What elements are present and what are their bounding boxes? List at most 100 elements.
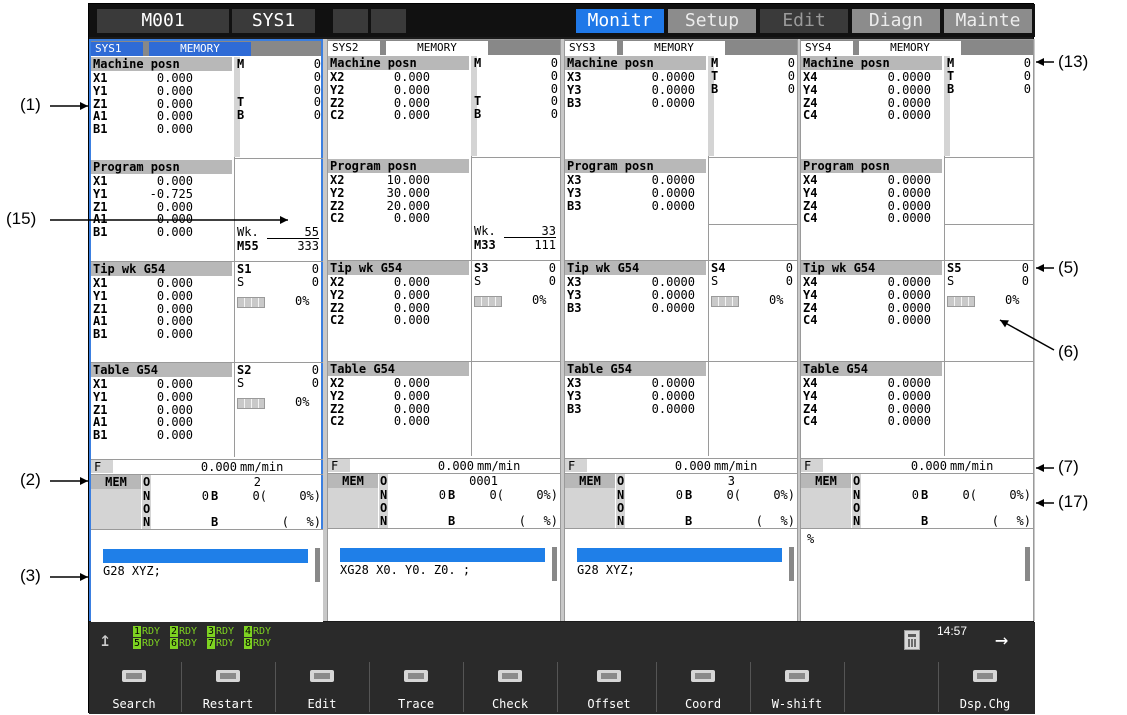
table-position-title: Table G54: [91, 363, 232, 377]
system-tab[interactable]: SYS3: [565, 41, 617, 55]
feed-value: 0.000: [200, 460, 237, 474]
n-label-2: N: [617, 514, 625, 528]
speed-label: S: [711, 274, 719, 288]
ready-number: 7: [207, 638, 215, 649]
o-label: O: [617, 474, 625, 488]
program-display[interactable]: G28 XYZ;: [91, 530, 323, 622]
function-key-separator: [557, 662, 558, 712]
current-block-highlight: [103, 549, 308, 563]
mode-tab[interactable]: MEMORY: [386, 41, 488, 55]
callout-label: (15): [6, 209, 37, 228]
program-scrollbar[interactable]: [1025, 547, 1030, 581]
mode-tab[interactable]: MEMORY: [623, 41, 725, 55]
section-divider: [801, 361, 1033, 362]
search-button[interactable]: Search: [89, 660, 179, 714]
program-scrollbar[interactable]: [552, 547, 557, 581]
program-position-title: Program posn: [801, 159, 942, 173]
system-panel-3[interactable]: SYS3 MEMORY Machine posn X3 0.0000 Y3 0.0000 B3…: [564, 39, 798, 621]
program-position-axis-value: 0.0000: [887, 211, 931, 226]
program-scrollbar[interactable]: [789, 547, 794, 581]
spindle-label: S3: [474, 261, 489, 275]
program-display[interactable]: G28 XYZ;: [565, 529, 797, 621]
mem-fill-2: [801, 501, 851, 528]
system-label: SYS1: [232, 9, 315, 33]
mtb-label: B: [474, 107, 482, 122]
ready-label: RDY: [216, 626, 242, 637]
machine-position-title: Machine posn: [328, 56, 469, 70]
right-arrow-icon[interactable]: →: [995, 630, 1008, 652]
tab-diagnosis[interactable]: Diagn: [852, 9, 940, 33]
function-key-label: W-shift: [771, 697, 823, 711]
m-code-value: 333: [297, 239, 319, 253]
tab-setup[interactable]: Setup: [668, 9, 756, 33]
feed-label: F: [568, 459, 576, 473]
up-arrow-icon[interactable]: ↥: [99, 628, 119, 650]
edit-button[interactable]: Edit: [277, 660, 367, 714]
function-key-label: Check: [491, 697, 529, 711]
function-key-label: Restart: [202, 697, 254, 711]
trace-button[interactable]: Trace: [371, 660, 461, 714]
mtb-label: B: [237, 108, 245, 123]
n-label-2: N: [853, 514, 861, 528]
program-display[interactable]: %: [801, 529, 1033, 621]
system-panel-4[interactable]: SYS4 MEMORY Machine posn X4 0.0000 Y4 0.0000 Z4…: [800, 39, 1034, 621]
speed-value: 0: [548, 274, 556, 288]
b-paren-2: (: [281, 515, 289, 529]
program-position-axis-label: C4: [803, 211, 818, 226]
n-label-2: N: [380, 514, 388, 528]
system-panel-1[interactable]: SYS1 MEMORY Machine posn X1 0.000 Y1 0.000 Z1 0.…: [89, 39, 323, 622]
offset-button[interactable]: Offset: [564, 660, 654, 714]
mode-tab[interactable]: MEMORY: [859, 41, 961, 55]
b-percent-2: %): [306, 515, 321, 529]
program-scrollbar[interactable]: [315, 548, 320, 582]
speed-label: S: [474, 274, 482, 288]
machine-position-axis-value: 0.0000: [651, 95, 695, 110]
search-icon: [119, 666, 149, 686]
n-value: 0: [201, 489, 209, 503]
tip-work-position-title: Tip wk G54: [801, 261, 942, 275]
function-key-separator: [181, 662, 182, 712]
ready-number: 1: [133, 626, 141, 637]
calculator-icon[interactable]: [904, 630, 920, 650]
spindle-label: S1: [237, 262, 252, 276]
o-label: O: [380, 474, 388, 488]
blank-function-key[interactable]: [846, 660, 936, 714]
b-paren-2: (: [991, 514, 999, 528]
machine-position-axis-label: B1: [93, 122, 108, 137]
machine-position-title: Machine posn: [801, 56, 942, 70]
restart-button[interactable]: Restart: [183, 660, 273, 714]
callout-arrowhead: [1036, 499, 1044, 507]
program-position-title: Program posn: [328, 159, 469, 173]
tip-work-position-axis-label: C2: [330, 313, 345, 328]
machine-position-axis-label: C4: [803, 108, 818, 123]
mem-fill-2: [565, 501, 615, 528]
mtb-divider: [708, 157, 797, 158]
machine-position-axis-value: 0.000: [156, 122, 193, 137]
tip-work-position-title: Tip wk G54: [91, 262, 232, 276]
system-tab[interactable]: SYS1: [91, 42, 143, 56]
panel-tabs: SYS3 MEMORY: [565, 40, 797, 55]
spindle-value: 0: [311, 262, 319, 276]
program-display[interactable]: XG28 X0. Y0. Z0. ;: [328, 529, 560, 621]
callout-label: (3): [20, 566, 41, 585]
tab-maintenance[interactable]: Mainte: [944, 9, 1032, 33]
mtb-value: 0: [550, 107, 558, 122]
blank-slot-1: [333, 9, 368, 33]
current-block-highlight: [340, 548, 545, 562]
system-tab[interactable]: SYS2: [328, 41, 380, 55]
system-tab[interactable]: SYS4: [801, 41, 853, 55]
tab-edit[interactable]: Edit: [760, 9, 848, 33]
function-key-label: Trace: [397, 697, 435, 711]
ready-number: 4: [244, 626, 252, 637]
coord-button[interactable]: Coord: [658, 660, 748, 714]
mode-tab[interactable]: MEMORY: [149, 42, 251, 56]
tab-monitor[interactable]: Monitr: [576, 9, 664, 33]
system-panel-2[interactable]: SYS2 MEMORY Machine posn X2 0.000 Y2 0.000 Z2 0.…: [327, 39, 561, 621]
display-change-button[interactable]: Dsp.Chg: [940, 660, 1030, 714]
feed-value: 0.000: [910, 459, 947, 473]
check-button[interactable]: Check: [465, 660, 555, 714]
function-key-label: Search: [112, 697, 156, 711]
machine-position-axis-value: 0.0000: [887, 108, 931, 123]
w-shift-button[interactable]: W-shift: [752, 660, 842, 714]
machine-label: M001: [97, 9, 229, 33]
